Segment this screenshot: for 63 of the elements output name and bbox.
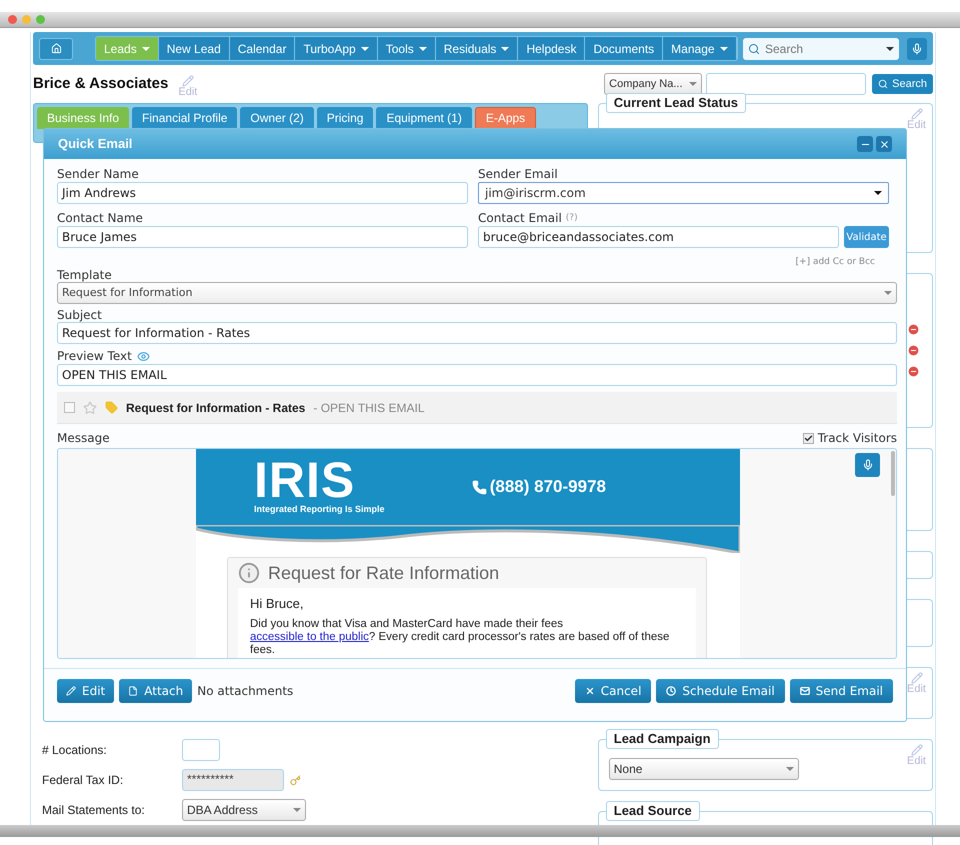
panel-title: Lead Campaign (606, 729, 719, 749)
nav-item[interactable]: Leads (96, 37, 159, 60)
sender-name-field[interactable]: Jim Andrews (57, 182, 468, 204)
field-label: Subject (57, 308, 103, 322)
tab[interactable]: Business Info (37, 107, 130, 129)
search-field[interactable]: Search (743, 38, 899, 60)
body-paragraph: Did you know that Visa and MasterCard have made their fees accessible to the public? Every credit card processor's rates are based off of these fees. (250, 618, 670, 656)
contact-name-field[interactable]: Bruce James (57, 226, 468, 248)
search-button[interactable]: Search (872, 74, 933, 94)
nav-item[interactable]: Documents (585, 37, 664, 60)
field-label: Message (57, 430, 110, 446)
footer-button[interactable]: Attach (119, 679, 192, 703)
nav-item[interactable]: Residuals (436, 37, 518, 60)
attachments-status: No attachments (197, 683, 294, 700)
validate-button[interactable]: Validate (844, 226, 889, 248)
help-link[interactable]: (?) (566, 211, 578, 226)
email-tagline: Integrated Reporting Is Simple (254, 503, 385, 516)
greeting-text: Hi Bruce, (250, 595, 304, 613)
company-select[interactable]: Company Na... (604, 73, 702, 95)
field-label: Contact Name (57, 211, 144, 226)
template-select[interactable]: Request for Information (57, 282, 897, 304)
tab[interactable]: E-Apps (474, 107, 536, 129)
field-label: # Locations: (42, 742, 108, 759)
address-select[interactable]: DBA Address (182, 799, 306, 821)
tab[interactable]: Equipment (1) (376, 107, 472, 129)
dialog-title: Quick Email (58, 135, 132, 154)
footer-button[interactable]: Cancel (574, 679, 652, 703)
tab[interactable]: Pricing (316, 107, 374, 129)
contact-email-field[interactable]: bruce@briceandassociates.com (478, 226, 840, 248)
field-label: Mail Statements to: (42, 802, 146, 819)
email-logo: IRIS (254, 457, 356, 504)
footer-button[interactable]: Edit (57, 679, 114, 703)
field-label: Sender Email (478, 167, 559, 182)
email-snippet: - OPEN THIS EMAIL (313, 400, 424, 416)
field-label: Federal Tax ID: (42, 772, 124, 789)
field-label: Preview Text (57, 349, 132, 364)
campaign-select[interactable]: None (608, 758, 799, 780)
nav-item[interactable]: Helpdesk (518, 37, 586, 60)
panel-title: Current Lead Status (606, 93, 746, 113)
nav-item[interactable]: Manage (663, 37, 737, 60)
field-label: Sender Name (57, 167, 140, 182)
tax-id-field[interactable]: ********** (182, 769, 284, 791)
nav-item[interactable]: TurboApp (295, 37, 378, 60)
track-visitors-label: Track Visitors (818, 430, 897, 446)
card-title: Request for Rate Information (268, 562, 500, 585)
tab[interactable]: Owner (2) (240, 107, 314, 129)
subject-field[interactable]: Request for Information - Rates (57, 322, 897, 344)
nav-item[interactable]: Calendar (230, 37, 296, 60)
fees-link[interactable]: accessible to the public (250, 630, 369, 642)
add-cc-link[interactable]: [+] add Cc or Bcc (796, 256, 875, 268)
field-label: Template (57, 268, 113, 282)
field-label: Contact Email (478, 211, 562, 226)
page-title: Brice & Associates (33, 74, 168, 94)
tab[interactable]: Financial Profile (132, 107, 238, 129)
email-subject: Request for Information - Rates (126, 400, 306, 416)
footer-button[interactable]: Send Email (790, 679, 893, 703)
sender-email-select[interactable]: jim@iriscrm.com (478, 182, 889, 204)
nav-item[interactable]: New Lead (158, 37, 230, 60)
preview-text-field[interactable]: OPEN THIS EMAIL (57, 364, 897, 386)
nav-item[interactable]: Tools (378, 37, 436, 60)
footer-button[interactable]: Schedule Email (656, 679, 785, 703)
panel-title: Lead Source (606, 801, 700, 821)
phone-number: (888) 870-9978 (490, 476, 606, 498)
